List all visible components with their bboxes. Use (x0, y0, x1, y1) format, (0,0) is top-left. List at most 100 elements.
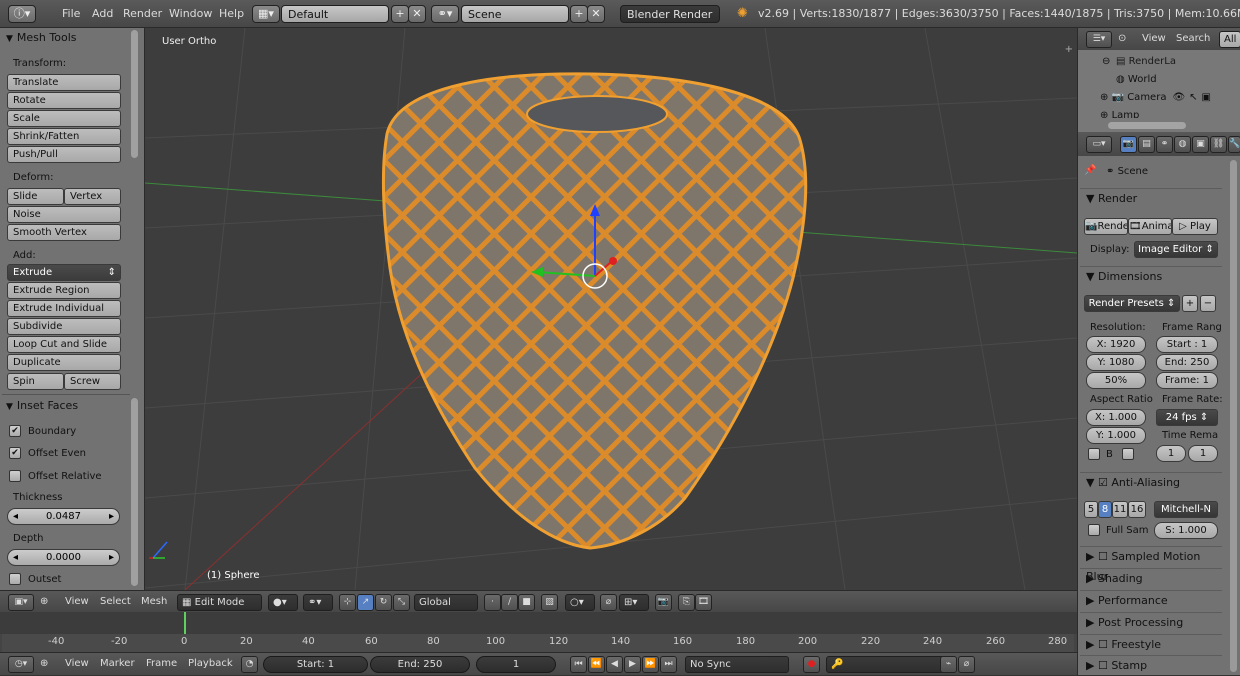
insert-keyframe-icon[interactable]: ⌁ (940, 656, 957, 673)
properties-scrollbar[interactable] (1230, 160, 1237, 672)
checkbox-icon[interactable]: ☐ (1098, 659, 1111, 672)
collapse-menus-icon[interactable]: ⊕ (40, 653, 48, 675)
translate-manipulator-icon[interactable]: ↗ (357, 594, 374, 611)
face-select-mode-icon[interactable]: ■ (518, 594, 535, 611)
outliner-expand-icon[interactable]: ⊖ (1102, 56, 1110, 67)
stamp-panel-header[interactable]: ▶ ☐ Stamp (1080, 655, 1222, 675)
end-frame-field[interactable]: End: 250 (370, 656, 470, 673)
screw-button[interactable]: Screw (64, 373, 121, 390)
world-item[interactable]: ◍ World (1116, 74, 1157, 85)
jump-keyframe-back-icon[interactable]: ⏪ (588, 656, 605, 673)
shading-panel-header[interactable]: ▶ Shading (1080, 568, 1222, 588)
menu-help[interactable]: Help (219, 0, 244, 28)
checkbox-icon[interactable]: ☐ (1098, 638, 1111, 651)
current-frame-indicator[interactable] (184, 612, 186, 634)
motion-blur-panel-header[interactable]: ▶ ☐ Sampled Motion Blur (1080, 546, 1222, 583)
start-frame-field[interactable]: Start: 1 (263, 656, 368, 673)
freestyle-panel-header[interactable]: ▶ ☐ Freestyle (1080, 634, 1222, 654)
play-reverse-icon[interactable]: ◀ (606, 656, 623, 673)
proportional-edit-select[interactable]: ○▾ (565, 594, 595, 611)
resolution-y-field[interactable]: Y: 1080 (1086, 354, 1146, 371)
offset-even-checkbox[interactable]: ✔ (9, 447, 21, 459)
timeline-track[interactable] (0, 612, 1077, 634)
render-animation-button[interactable]: 🎞Anima (1128, 218, 1172, 235)
scene-icon[interactable]: ⚭▾ (431, 5, 459, 23)
select-menu[interactable]: Select (100, 591, 131, 613)
duplicate-button[interactable]: Duplicate (7, 354, 121, 371)
smooth-vertex-button[interactable]: Smooth Vertex (7, 224, 121, 241)
mode-select[interactable]: ▦ Edit Mode (177, 594, 262, 611)
copy-render-icon[interactable]: ⎘ (678, 594, 695, 611)
full-sample-checkbox[interactable] (1088, 524, 1100, 536)
editor-type-info-icon[interactable]: ⓘ▾ (8, 5, 36, 23)
transform-orientation-select[interactable]: Global (414, 594, 478, 611)
add-layout-icon[interactable]: + (391, 5, 409, 23)
collapse-menus-icon[interactable]: ⊕ (40, 591, 48, 613)
pin-icon[interactable]: 📌 (1084, 165, 1096, 176)
jump-keyframe-forward-icon[interactable]: ⏩ (642, 656, 659, 673)
display-select[interactable]: Image Editor ⇕ (1134, 241, 1218, 258)
aspect-x-field[interactable]: X: 1.000 (1086, 409, 1146, 426)
object-tab-icon[interactable]: ▣ (1192, 136, 1209, 153)
aa-samples-16[interactable]: 16 (1128, 501, 1146, 518)
thickness-field[interactable]: ◂ 0.0487 ▸ (7, 508, 120, 525)
render-panel-header[interactable]: ▼ Render (1080, 188, 1222, 208)
rotate-button[interactable]: Rotate (7, 92, 121, 109)
increment-arrow-icon[interactable]: ▸ (109, 550, 114, 565)
fps-select[interactable]: 24 fps ⇕ (1156, 409, 1218, 426)
offset-relative-checkbox[interactable] (9, 470, 21, 482)
slide-edge-button[interactable]: Slide Edge (7, 188, 64, 217)
scene-select[interactable]: Scene (461, 5, 569, 23)
tools-scrollbar[interactable] (131, 30, 138, 158)
delete-keyframe-icon[interactable]: ⌀ (958, 656, 975, 673)
resolution-percent-slider[interactable]: 50% (1086, 372, 1146, 389)
crop-checkbox[interactable] (1122, 448, 1134, 460)
marker-menu[interactable]: Marker (100, 653, 135, 675)
selectable-cursor-icon[interactable]: ↖ (1189, 92, 1197, 103)
extrude-select[interactable]: Extrude ⇕ (7, 264, 121, 281)
rotate-manipulator-icon[interactable]: ↻ (375, 594, 392, 611)
snap-toggle-icon[interactable]: ⌀ (600, 594, 617, 611)
aa-samples-5[interactable]: 5 (1084, 501, 1098, 518)
timeline-editor-icon[interactable]: ◷▾ (8, 656, 34, 673)
noise-button[interactable]: Noise (7, 206, 121, 223)
post-processing-panel-header[interactable]: ▶ Post Processing (1080, 612, 1222, 632)
play-icon[interactable]: ▶ (624, 656, 641, 673)
time-remap-old-field[interactable]: 1 (1156, 445, 1186, 462)
menu-file[interactable]: File (62, 0, 80, 28)
pivot-point-select[interactable]: ⚭▾ (303, 594, 333, 611)
play-button[interactable]: ▷ Play (1172, 218, 1218, 235)
outliner-h-scrollbar[interactable] (1108, 122, 1186, 129)
renderable-icon[interactable]: ▣ (1202, 92, 1211, 103)
extrude-individual-button[interactable]: Extrude Individual (7, 300, 121, 317)
performance-panel-header[interactable]: ▶ Performance (1080, 590, 1222, 610)
world-tab-icon[interactable]: ◍ (1174, 136, 1191, 153)
outliner-display-icon[interactable]: ⊙ (1118, 28, 1126, 50)
scale-manipulator-icon[interactable]: ⤡ (393, 594, 410, 611)
increment-arrow-icon[interactable]: ▸ (109, 509, 114, 524)
outliner-view-menu[interactable]: View (1142, 28, 1166, 50)
render-layers-item[interactable]: ▤ RenderLa (1116, 56, 1176, 67)
view3d-editor-icon[interactable]: ▣▾ (8, 594, 34, 611)
render-presets-select[interactable]: Render Presets ⇕ (1084, 295, 1180, 312)
outliner-all-select[interactable]: All (1219, 31, 1240, 48)
spin-button[interactable]: Spin (7, 373, 64, 390)
menu-render[interactable]: Render (123, 0, 162, 28)
render-tab-camera-icon[interactable]: 📷 (1120, 136, 1137, 153)
frame-start-field[interactable]: Start : 1 (1156, 336, 1218, 353)
camera-item[interactable]: ⊕ 📷 Camera 👁 ↖ ▣ (1100, 92, 1211, 103)
scene-tab-icon[interactable]: ⚭ (1156, 136, 1173, 153)
aa-samples-11[interactable]: 11 (1112, 501, 1128, 518)
frame-ruler[interactable] (2, 634, 1074, 652)
add-preset-icon[interactable]: + (1182, 295, 1198, 312)
remove-scene-icon[interactable]: ✕ (587, 5, 605, 23)
jump-end-icon[interactable]: ⏭ (660, 656, 677, 673)
frame-step-field[interactable]: Frame: 1 (1156, 372, 1218, 389)
inset-faces-header[interactable]: ▼ Inset Faces (6, 399, 78, 412)
render-image-button[interactable]: 📷Rende (1084, 218, 1128, 235)
inset-scrollbar[interactable] (131, 398, 138, 586)
slide-vertex-button[interactable]: Vertex (64, 188, 121, 205)
border-checkbox[interactable] (1088, 448, 1100, 460)
playback-menu[interactable]: Playback (188, 653, 233, 675)
keying-set-field[interactable]: 🔑 (826, 656, 956, 673)
